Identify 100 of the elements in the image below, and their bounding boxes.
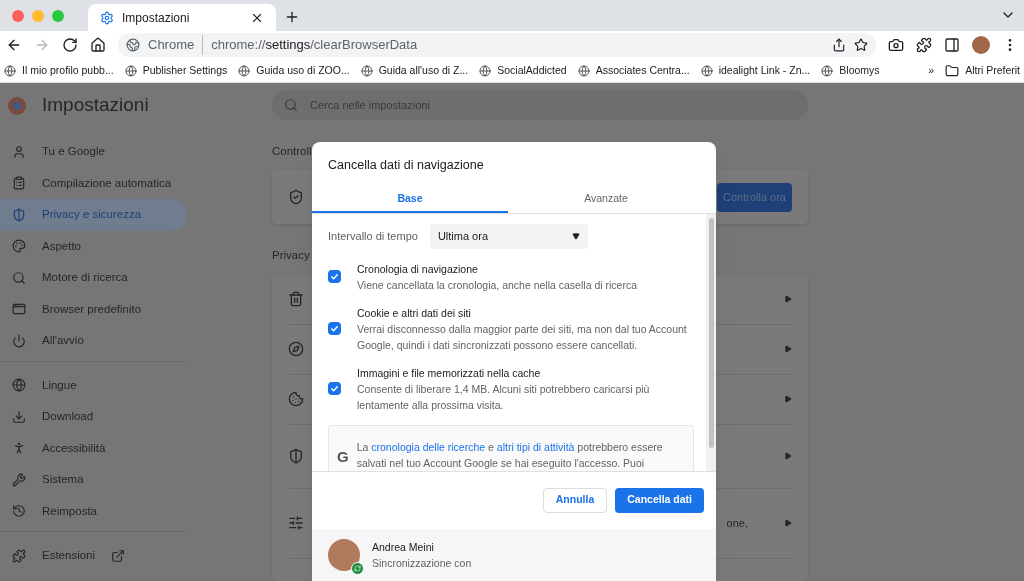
bookmark-item[interactable]: idealight Link - Zn... <box>700 62 811 79</box>
bookmark-item[interactable]: Guida uso di ZOO... <box>238 62 350 79</box>
checkbox[interactable] <box>328 382 341 396</box>
home-icon[interactable] <box>90 37 106 53</box>
settings-title: Impostazioni <box>42 93 149 118</box>
option-description: Consente di liberare 1,4 MB. Alcuni siti potrebbero caricarsi più lentamente alla prossima visita. <box>357 381 651 413</box>
bookmark-favicon-icon <box>360 64 373 77</box>
browser-window-icon <box>12 302 26 317</box>
checkmark-icon <box>330 384 339 394</box>
section-heading: Privacy <box>272 248 311 264</box>
sidebar-item[interactable]: Reimposta <box>0 495 187 527</box>
camera-icon[interactable] <box>888 37 904 53</box>
reload-icon[interactable] <box>62 37 78 53</box>
option-title: Cronologia di navigazione <box>357 261 479 277</box>
dialog-title: Cancella dati di navigazione <box>327 157 485 174</box>
new-tab-icon[interactable] <box>284 9 300 25</box>
chevron-icon[interactable] <box>784 519 792 527</box>
bookmark-star-icon[interactable] <box>854 38 868 52</box>
avatar <box>328 538 360 571</box>
globe-icon <box>12 378 26 393</box>
chevron-icon[interactable] <box>784 395 792 403</box>
sidebar-item[interactable]: Lingue <box>0 369 187 401</box>
search-icon <box>12 270 26 285</box>
bookmark-item[interactable]: SocialAddicted <box>479 62 567 79</box>
bookmark-favicon-icon <box>479 64 492 77</box>
bookmark-folder[interactable]: Altri Preferit <box>945 62 1020 79</box>
sidebar-item[interactable]: Aspetto <box>0 230 187 262</box>
bookmark-item[interactable]: Publisher Settings <box>124 62 228 79</box>
chevron-icon[interactable] <box>784 295 792 303</box>
checkbox[interactable] <box>328 322 341 336</box>
person-icon <box>12 144 26 159</box>
caret-icon <box>571 232 580 241</box>
bookmark-item[interactable]: Il mio profilo pubb... <box>4 62 114 79</box>
power-icon <box>12 333 26 348</box>
search-icon <box>284 98 298 112</box>
clipboard-icon <box>12 176 26 191</box>
sidebar-item[interactable]: All'avvio <box>0 325 187 357</box>
browser-tab[interactable]: Impostazioni <box>88 4 276 31</box>
checkmark-icon <box>330 272 339 282</box>
share-icon[interactable] <box>832 38 846 52</box>
checkmark-icon <box>330 324 339 334</box>
accessibility-icon <box>12 441 26 456</box>
clear-data-button[interactable]: Cancella dati <box>615 487 704 513</box>
sync-status: Sincronizzazione con <box>372 555 472 571</box>
palette-icon <box>12 239 26 254</box>
option-title: Immagini e file memorizzati nella cache <box>357 365 542 381</box>
sidebar-item[interactable]: Compilazione automatica <box>0 167 187 199</box>
bookmark-favicon-icon <box>124 64 137 77</box>
section-heading: Controll <box>272 144 313 159</box>
profile-avatar[interactable] <box>972 36 990 54</box>
shield-icon <box>288 448 304 464</box>
bookmark-item[interactable]: Bloomys <box>821 62 880 79</box>
notice-link[interactable]: cronologia delle ricerche <box>371 440 486 453</box>
sidebar-item[interactable]: Browser predefinito <box>0 293 187 325</box>
row-text: one, <box>726 515 748 531</box>
scrollbar-thumb[interactable] <box>708 217 714 448</box>
sidebar-item[interactable]: Estensioni <box>0 540 187 572</box>
bookmark-item[interactable]: Associates Centra... <box>577 62 690 79</box>
bookmark-item[interactable]: Guida all'uso di Z... <box>360 62 469 79</box>
option-title: Cookie e altri dati dei siti <box>357 305 472 321</box>
sidebar-item[interactable]: Motore di ricerca <box>0 262 187 294</box>
sidebar-item[interactable]: Download <box>0 401 187 433</box>
chevron-icon[interactable] <box>784 452 792 460</box>
compass-icon <box>288 341 304 357</box>
shield-icon <box>12 207 26 222</box>
close-window-icon[interactable] <box>12 9 24 22</box>
sidebar-item[interactable]: Accessibilità <box>0 432 187 464</box>
bookmark-favicon-icon <box>4 64 16 77</box>
dialog-tab[interactable]: Base <box>312 186 508 213</box>
bookmark-favicon-icon <box>577 64 590 77</box>
tab-title: Impostazioni <box>122 9 191 27</box>
cookie-icon <box>288 391 304 407</box>
time-range-dropdown[interactable]: Ultima ora <box>429 223 588 249</box>
cancel-button[interactable]: Annulla <box>542 487 608 513</box>
extensions-icon[interactable] <box>916 37 932 53</box>
trash-icon <box>288 291 304 307</box>
sidebar-item[interactable]: Privacy e sicurezza <box>0 199 187 231</box>
bookmark-favicon-icon <box>821 64 834 77</box>
chevron-icon[interactable] <box>784 345 792 353</box>
notice-link[interactable]: altri tipi di attività <box>496 440 575 453</box>
checkbox[interactable] <box>328 270 341 284</box>
download-icon <box>12 409 26 424</box>
side-panel-icon[interactable] <box>944 37 960 53</box>
more-bookmarks-button[interactable]: » <box>928 62 935 79</box>
notice-text: La cronologia delle ricerche e altri tipi di attività potrebbero essere salvati nel tuo Account Google se hai eseguito l'accesso. Puoi <box>356 439 664 471</box>
shield-icon <box>288 189 304 206</box>
sliders-icon <box>288 515 304 531</box>
folder-icon <box>945 63 960 78</box>
dialog-tab[interactable]: Avanzate <box>508 186 704 213</box>
sidebar-item[interactable]: Sistema <box>0 464 187 496</box>
sidebar-item[interactable]: Tu e Google <box>0 136 187 168</box>
account-name: Andrea Meini <box>372 539 435 555</box>
option-description: Viene cancellata la cronologia, anche nella casella di ricerca <box>357 277 637 293</box>
bookmark-favicon-icon <box>700 64 713 77</box>
field-label: Intervallo di tempo <box>328 229 418 244</box>
address-bar[interactable]: Chrome chrome://settings/clearBrowserData <box>118 33 876 57</box>
wrench-icon <box>12 472 26 487</box>
google-logo-icon: G <box>337 446 349 469</box>
gear-icon <box>100 10 114 25</box>
back-icon[interactable] <box>6 37 22 53</box>
